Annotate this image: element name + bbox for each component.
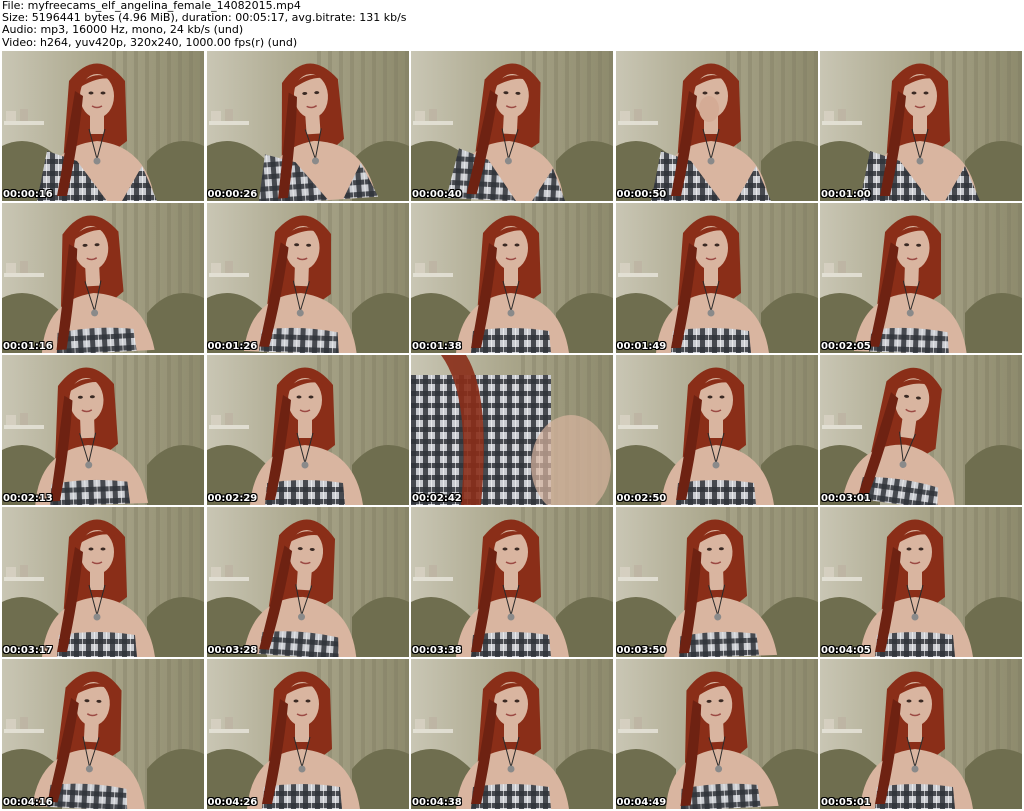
- frame-image: [820, 507, 1022, 657]
- frame-image: [411, 659, 613, 809]
- frame-image: [2, 659, 204, 809]
- frame-timestamp: 00:01:00: [821, 189, 871, 200]
- video-frame-thumbnail: 00:00:16: [2, 51, 204, 201]
- frame-timestamp: 00:03:50: [616, 645, 667, 656]
- frame-timestamp: 00:05:01: [821, 797, 871, 808]
- video-frame-thumbnail: 00:04:49: [615, 659, 818, 809]
- frame-image: [411, 355, 613, 505]
- frame-image: [820, 51, 1022, 201]
- video-frame-thumbnail: 00:03:28: [206, 507, 409, 657]
- video-frame-thumbnail: 00:04:38: [411, 659, 613, 809]
- video-frame-thumbnail: 00:00:40: [411, 51, 613, 201]
- video-frame-thumbnail: 00:04:16: [2, 659, 204, 809]
- frame-timestamp: 00:02:50: [616, 493, 667, 504]
- video-frame-thumbnail: 00:01:16: [2, 203, 204, 353]
- video-frame-thumbnail: 00:03:01: [820, 355, 1022, 505]
- contact-sheet: File: myfreecams_elf_angelina_female_140…: [0, 0, 1024, 811]
- video-frame-thumbnail: 00:00:26: [206, 51, 409, 201]
- frame-image: [411, 203, 613, 353]
- video-frame-thumbnail: 00:01:00: [820, 51, 1022, 201]
- frame-timestamp: 00:04:16: [3, 797, 53, 808]
- frame-timestamp: 00:00:40: [412, 189, 462, 200]
- frame-timestamp: 00:00:50: [616, 189, 667, 200]
- video-frame-thumbnail: 00:00:50: [615, 51, 818, 201]
- video-frame-thumbnail: 00:02:05: [820, 203, 1022, 353]
- frame-timestamp: 00:04:05: [821, 645, 871, 656]
- video-info-line: Video: h264, yuv420p, 320x240, 1000.00 f…: [2, 35, 298, 49]
- frame-timestamp: 00:01:49: [616, 341, 667, 352]
- video-frame-thumbnail: 00:03:38: [411, 507, 613, 657]
- frame-image: [206, 355, 409, 505]
- frame-timestamp: 00:00:16: [3, 189, 53, 200]
- video-frame-thumbnail: 00:04:05: [820, 507, 1022, 657]
- frame-image: [206, 203, 409, 353]
- frame-image: [206, 659, 409, 809]
- video-frame-thumbnail: 00:03:50: [615, 507, 818, 657]
- frame-timestamp: 00:02:29: [207, 493, 258, 504]
- frame-timestamp: 00:03:17: [3, 645, 53, 656]
- frame-timestamp: 00:02:13: [3, 493, 53, 504]
- frame-timestamp: 00:04:38: [412, 797, 462, 808]
- frame-image: [206, 51, 409, 201]
- video-frame-thumbnail: 00:01:38: [411, 203, 613, 353]
- frame-timestamp: 00:01:16: [3, 341, 53, 352]
- thumbnail-grid: 00:00:16 00:00:26 00:00:40 00:00:50 00:01:00…: [2, 51, 1022, 809]
- frame-image: [411, 51, 613, 201]
- file-info-header: File: myfreecams_elf_angelina_female_140…: [2, 0, 407, 49]
- video-frame-thumbnail: 00:01:49: [615, 203, 818, 353]
- frame-image: [615, 355, 818, 505]
- frame-image: [820, 659, 1022, 809]
- video-frame-thumbnail: 00:02:42: [411, 355, 613, 505]
- frame-timestamp: 00:03:38: [412, 645, 462, 656]
- frame-image: [411, 507, 613, 657]
- video-frame-thumbnail: 00:02:29: [206, 355, 409, 505]
- audio-info-line: Audio: mp3, 16000 Hz, mono, 24 kb/s (und…: [2, 23, 244, 37]
- frame-timestamp: 00:02:05: [821, 341, 871, 352]
- video-frame-thumbnail: 00:02:50: [615, 355, 818, 505]
- video-frame-thumbnail: 00:02:13: [2, 355, 204, 505]
- frame-image: [2, 51, 204, 201]
- frame-image: [615, 203, 818, 353]
- video-frame-thumbnail: 00:05:01: [820, 659, 1022, 809]
- frame-image: [615, 51, 818, 201]
- frame-timestamp: 00:04:49: [616, 797, 667, 808]
- frame-image: [2, 507, 204, 657]
- frame-timestamp: 00:03:01: [821, 493, 871, 504]
- frame-timestamp: 00:00:26: [207, 189, 258, 200]
- frame-timestamp: 00:03:28: [207, 645, 258, 656]
- frame-image: [820, 355, 1022, 505]
- frame-image: [820, 203, 1022, 353]
- frame-timestamp: 00:01:38: [412, 341, 462, 352]
- frame-image: [615, 659, 818, 809]
- frame-timestamp: 00:01:26: [207, 341, 258, 352]
- video-frame-thumbnail: 00:01:26: [206, 203, 409, 353]
- video-frame-thumbnail: 00:03:17: [2, 507, 204, 657]
- frame-timestamp: 00:04:26: [207, 797, 258, 808]
- frame-image: [615, 507, 818, 657]
- frame-image: [2, 203, 204, 353]
- frame-timestamp: 00:02:42: [412, 493, 462, 504]
- frame-image: [2, 355, 204, 505]
- frame-image: [206, 507, 409, 657]
- video-frame-thumbnail: 00:04:26: [206, 659, 409, 809]
